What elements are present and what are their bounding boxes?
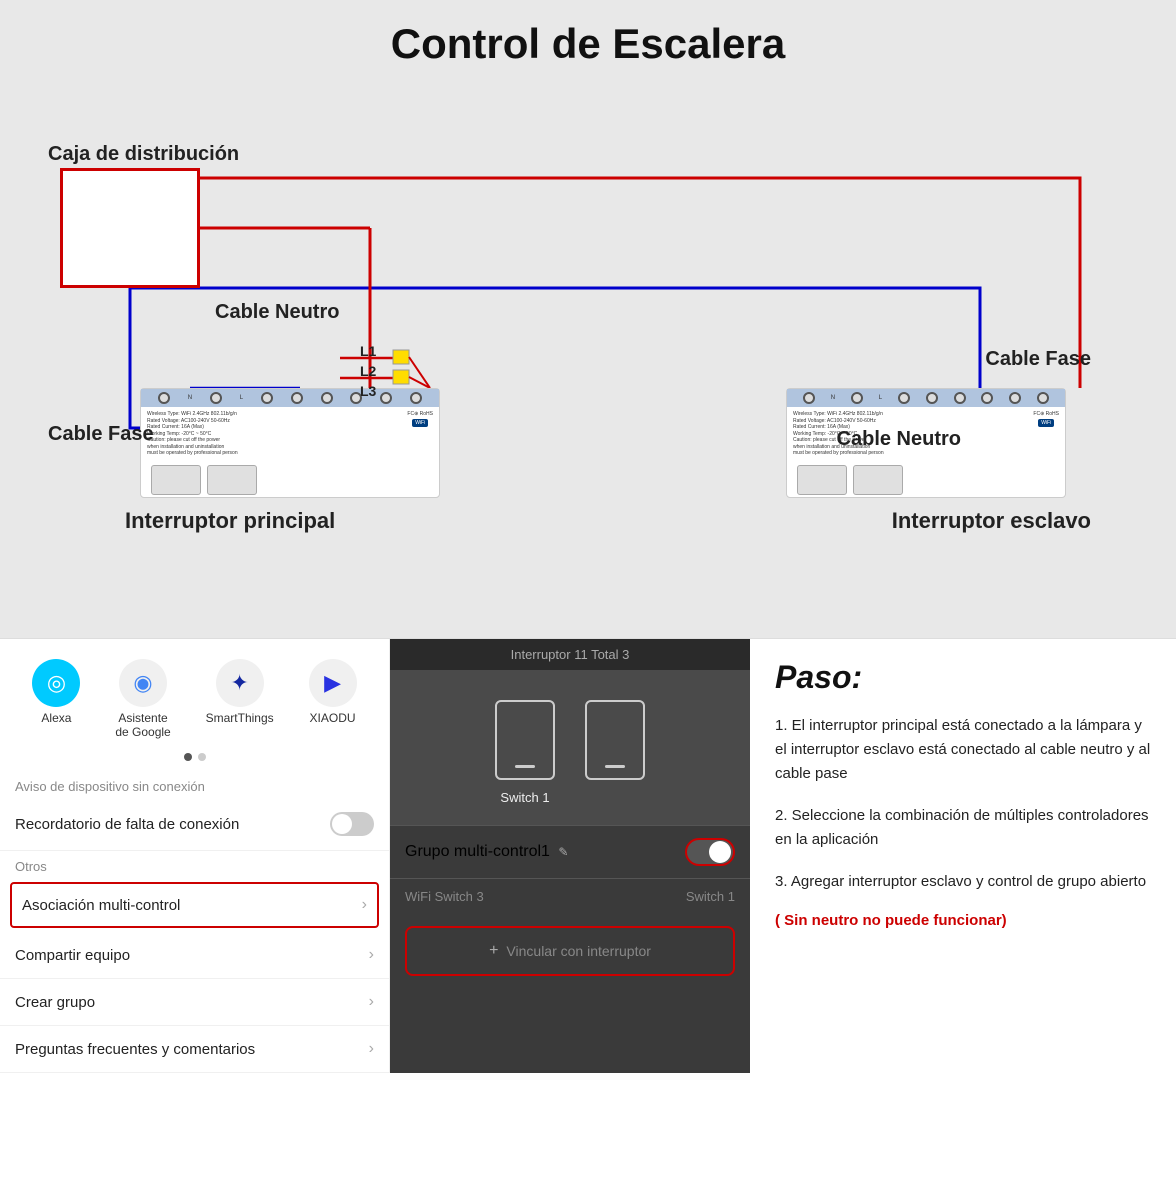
section-otros: Otros	[0, 851, 389, 878]
smartthings-icon: ✦	[216, 659, 264, 707]
diagram-section: Control de Escalera	[0, 0, 1176, 638]
label-interruptor-main: Interruptor principal	[125, 508, 335, 534]
app-icon-google: ◉ Asistente de Google	[115, 659, 170, 739]
app-icon-alexa: ◎ Alexa	[32, 659, 80, 739]
setting-compartir[interactable]: Compartir equipo ›	[0, 932, 389, 979]
switch-2-block	[585, 700, 645, 805]
google-icon: ◉	[119, 659, 167, 707]
toggle-recordatorio[interactable]	[330, 812, 374, 836]
alexa-icon: ◎	[32, 659, 80, 707]
recordatorio-label: Recordatorio de falta de conexión	[15, 816, 239, 833]
middle-panel: Interruptor 11 Total 3 Switch 1 Grupo mu…	[390, 639, 750, 1073]
setting-crear-grupo[interactable]: Crear grupo ›	[0, 979, 389, 1026]
bind-button-label: Vincular con interruptor	[506, 943, 650, 959]
smartthings-label: SmartThings	[206, 711, 274, 725]
asociacion-label: Asociación multi-control	[22, 897, 180, 914]
compartir-label: Compartir equipo	[15, 947, 130, 964]
label-L3: L3	[360, 383, 376, 399]
wiring-diagram: Caja de distribución N L	[30, 88, 1146, 608]
app-icon-xiaodu: ▶ XIAODU	[309, 659, 357, 739]
preguntas-label: Preguntas frecuentes y comentarios	[15, 1041, 255, 1058]
switch-display-area: Switch 1	[390, 670, 750, 825]
left-panel: ◎ Alexa ◉ Asistente de Google ✦ SmartThi…	[0, 639, 390, 1073]
label-cable-neutro-slave: Cable Neutro	[837, 428, 961, 451]
label-interruptor-slave: Interruptor esclavo	[892, 508, 1091, 534]
chevron-asociacion: ›	[362, 896, 367, 914]
edit-icon[interactable]: ✎	[558, 845, 568, 859]
bottom-section: ◎ Alexa ◉ Asistente de Google ✦ SmartThi…	[0, 638, 1176, 1073]
label-L2: L2	[360, 363, 376, 379]
switch-1-icon[interactable]	[495, 700, 555, 780]
step-2: 2. Seleccione la combinación de múltiple…	[775, 804, 1151, 852]
label-L1: L1	[360, 343, 376, 359]
chevron-compartir: ›	[369, 946, 374, 964]
setting-asociacion[interactable]: Asociación multi-control ›	[10, 882, 379, 928]
label-cable-fase-main: Cable Fase	[48, 423, 154, 446]
app-icon-smartthings: ✦ SmartThings	[206, 659, 274, 739]
label-cable-neutro-main: Cable Neutro	[215, 301, 339, 324]
app-icons-row: ◎ Alexa ◉ Asistente de Google ✦ SmartThi…	[0, 659, 389, 749]
switch-2-icon[interactable]	[585, 700, 645, 780]
warning-text: ( Sin neutro no puede funcionar)	[775, 912, 1151, 929]
setting-recordatorio[interactable]: Recordatorio de falta de conexión	[0, 798, 389, 851]
switch-1-label: Switch 1	[500, 790, 549, 805]
toggle-multi-control[interactable]	[685, 838, 735, 866]
step-3: 3. Agregar interruptor esclavo y control…	[775, 870, 1151, 894]
app-header: Interruptor 11 Total 3	[390, 639, 750, 670]
bind-plus-icon: +	[489, 942, 498, 960]
xiaodu-icon: ▶	[309, 659, 357, 707]
section-aviso: Aviso de dispositivo sin conexión	[0, 771, 389, 798]
label-cable-fase-slave: Cable Fase	[985, 348, 1091, 371]
multi-control-label: Grupo multi-control1 ✎	[405, 843, 568, 861]
distribution-box	[60, 168, 200, 288]
bind-button[interactable]: + Vincular con interruptor	[405, 926, 735, 976]
crear-grupo-label: Crear grupo	[15, 994, 95, 1011]
setting-preguntas[interactable]: Preguntas frecuentes y comentarios ›	[0, 1026, 389, 1073]
chevron-preguntas: ›	[369, 1040, 374, 1058]
chevron-crear-grupo: ›	[369, 993, 374, 1011]
multi-control-row: Grupo multi-control1 ✎	[390, 825, 750, 878]
google-label: Asistente de Google	[115, 711, 170, 739]
dot-2	[198, 753, 206, 761]
dot-1	[184, 753, 192, 761]
device1-label: WiFi Switch 3	[405, 889, 484, 904]
paso-title: Paso:	[775, 659, 1151, 696]
device-list-row: WiFi Switch 3 Switch 1	[390, 878, 750, 914]
page-title: Control de Escalera	[30, 20, 1146, 68]
xiaodu-label: XIAODU	[310, 711, 356, 725]
pagination-dots	[0, 749, 389, 771]
main-device: N L Wireless Type: WiFi 2.4GHz 802.11b/g…	[140, 388, 440, 498]
label-distribucion: Caja de distribución	[48, 143, 239, 166]
device2-label: Switch 1	[686, 889, 735, 904]
step-1: 1. El interruptor principal está conecta…	[775, 714, 1151, 786]
switch-1-block: Switch 1	[495, 700, 555, 805]
right-panel: Paso: 1. El interruptor principal está c…	[750, 639, 1176, 1073]
alexa-label: Alexa	[41, 711, 71, 725]
